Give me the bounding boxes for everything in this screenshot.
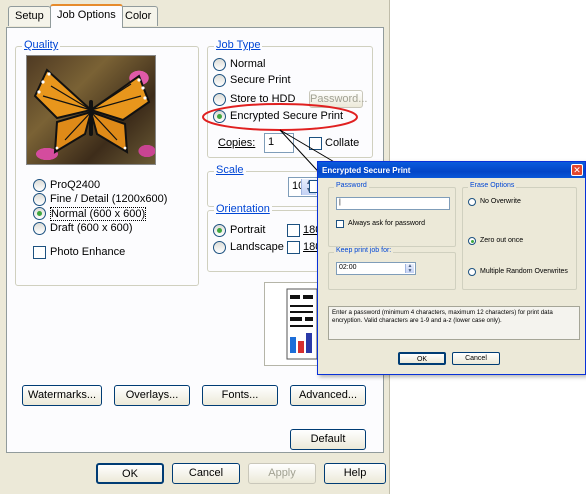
quality-option-label[interactable]: Fine / Detail (1200x600): [50, 193, 167, 205]
job-type-label[interactable]: Encrypted Secure Print: [230, 110, 343, 122]
apply-button[interactable]: Apply: [248, 463, 316, 484]
orientation-radio[interactable]: [213, 224, 226, 237]
butterfly-image: [33, 68, 151, 154]
erase-option-radio[interactable]: [468, 237, 476, 245]
scale-legend: Scale: [214, 164, 246, 176]
keep-job-input[interactable]: 02:00 ▲ ▼: [336, 262, 416, 275]
close-icon[interactable]: ✕: [571, 164, 583, 176]
copies-input[interactable]: 1: [264, 133, 294, 153]
erase-option-label[interactable]: No Overwrite: [480, 198, 521, 205]
password-group: Password: [328, 182, 456, 247]
photo-enhance-checkbox[interactable]: [33, 246, 46, 259]
password-legend: Password: [334, 182, 369, 189]
job-type-radio[interactable]: [213, 74, 226, 87]
ok-button[interactable]: OK: [96, 463, 164, 484]
collate-label[interactable]: Collate: [325, 137, 359, 149]
erase-option-radio[interactable]: [468, 268, 476, 276]
copies-label: Copies:: [218, 137, 256, 149]
quality-legend: Quality: [22, 39, 61, 51]
quality-option-radio[interactable]: [33, 193, 46, 206]
orientation-legend: Orientation: [214, 203, 272, 215]
job-type-radio[interactable]: [213, 93, 226, 106]
overlays-button[interactable]: Overlays...: [114, 385, 190, 406]
keep-job-legend: Keep print job for:: [334, 247, 394, 254]
fonts-button[interactable]: Fonts...: [202, 385, 278, 406]
keep-job-value: 02:00: [339, 264, 357, 271]
orientation-radio[interactable]: [213, 241, 226, 254]
info-text: Enter a password (minimum 4 characters, …: [328, 306, 580, 340]
quality-option-label[interactable]: Draft (600 x 600): [50, 222, 133, 234]
rotate-180-checkbox[interactable]: [287, 224, 300, 237]
erase-option-label[interactable]: Multiple Random Overwrites: [480, 268, 568, 275]
job-type-label[interactable]: Secure Print: [230, 74, 291, 86]
quality-option-radio[interactable]: [33, 179, 46, 192]
quality-option-label[interactable]: Normal (600 x 600): [50, 207, 147, 221]
advanced-button[interactable]: Advanced...: [290, 385, 366, 406]
collate-checkbox[interactable]: [309, 137, 322, 150]
orientation-label[interactable]: Portrait: [230, 224, 265, 236]
popup-title: Encrypted Secure Print: [318, 162, 585, 178]
popup-cancel-button[interactable]: Cancel: [452, 352, 500, 365]
copies-value: 1: [268, 136, 275, 148]
rotate-180-checkbox[interactable]: [287, 241, 300, 254]
tab-job-options[interactable]: Job Options: [50, 4, 123, 28]
erase-option-label[interactable]: Zero out once: [480, 237, 523, 244]
cancel-button[interactable]: Cancel: [172, 463, 240, 484]
job-type-label[interactable]: Store to HDD: [230, 93, 295, 105]
default-button[interactable]: Default: [290, 429, 366, 450]
password-input[interactable]: |: [336, 197, 450, 210]
quality-option-radio[interactable]: [33, 222, 46, 235]
photo-enhance-label[interactable]: Photo Enhance: [50, 246, 125, 258]
watermarks-button[interactable]: Watermarks...: [22, 385, 102, 406]
orientation-label[interactable]: Landscape: [230, 241, 284, 253]
quality-option-radio[interactable]: [33, 207, 46, 220]
always-ask-checkbox[interactable]: [336, 220, 344, 228]
keep-job-spinner[interactable]: ▲ ▼: [405, 264, 414, 274]
popup-ok-button[interactable]: OK: [398, 352, 446, 365]
tab-color[interactable]: Color: [118, 6, 159, 26]
job-type-radio[interactable]: [213, 58, 226, 71]
erase-options-legend: Erase Options: [468, 182, 517, 189]
encrypted-secure-print-dialog: Encrypted Secure Print ✕ Password | Alwa…: [317, 161, 586, 375]
tab-setup[interactable]: Setup: [8, 6, 51, 26]
password-button[interactable]: Password...: [309, 90, 367, 108]
job-type-radio[interactable]: [213, 110, 226, 123]
job-type-label[interactable]: Normal: [230, 58, 265, 70]
job-type-legend: Job Type: [214, 39, 263, 51]
erase-option-radio[interactable]: [468, 198, 476, 206]
always-ask-label[interactable]: Always ask for password: [348, 220, 425, 227]
quality-preview-photo: [26, 55, 156, 165]
quality-option-label[interactable]: ProQ2400: [50, 179, 100, 191]
help-button[interactable]: Help: [324, 463, 386, 484]
